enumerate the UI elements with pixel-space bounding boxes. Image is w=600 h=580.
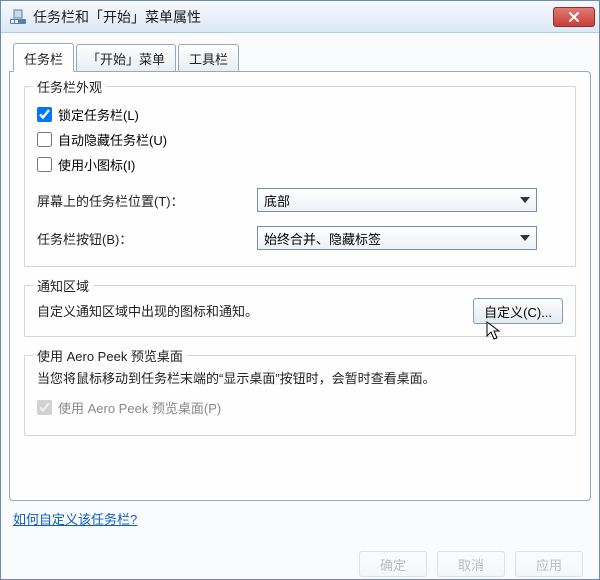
help-link-row: 如何自定义该任务栏? (13, 509, 591, 528)
tab-taskbar[interactable]: 任务栏 (13, 43, 74, 72)
dropdown-buttons[interactable]: 始终合并、隐藏标签 (257, 226, 537, 250)
cancel-button[interactable]: 取消 (437, 551, 505, 577)
group-appearance: 任务栏外观 锁定任务栏(L) 自动隐藏任务栏(U) 使用小图标(I) 屏幕上的任… (24, 86, 576, 267)
apply-button[interactable]: 应用 (515, 551, 583, 577)
close-button[interactable] (553, 7, 595, 27)
label-small-icons: 使用小图标(I) (58, 155, 135, 174)
help-link[interactable]: 如何自定义该任务栏? (13, 512, 137, 527)
row-autohide: 自动隐藏任务栏(U) (37, 130, 563, 149)
dialog-buttons: 确定 取消 应用 (359, 551, 583, 577)
chevron-down-icon (520, 235, 530, 241)
row-buttons: 任务栏按钮(B)： 始终合并、隐藏标签 (37, 226, 563, 250)
group-appearance-legend: 任务栏外观 (33, 77, 106, 96)
dropdown-buttons-value: 始终合并、隐藏标签 (264, 229, 520, 248)
notify-row: 自定义通知区域中出现的图标和通知。 自定义(C)... (37, 298, 563, 324)
row-peek-checkbox: 使用 Aero Peek 预览桌面(P) (37, 398, 563, 417)
label-position: 屏幕上的任务栏位置(T)： (37, 191, 257, 210)
row-position: 屏幕上的任务栏位置(T)： 底部 (37, 188, 563, 212)
checkbox-lock-taskbar[interactable] (37, 107, 52, 122)
group-notify-legend: 通知区域 (33, 276, 93, 295)
customize-button[interactable]: 自定义(C)... (473, 298, 563, 324)
dialog-body: 任务栏 「开始」菜单 工具栏 任务栏外观 锁定任务栏(L) 自动隐藏任务栏(U)… (1, 33, 599, 579)
app-icon (9, 8, 27, 26)
group-peek: 使用 Aero Peek 预览桌面 当您将鼠标移动到任务栏末端的“显示桌面”按钮… (24, 355, 576, 436)
group-peek-legend: 使用 Aero Peek 预览桌面 (33, 346, 187, 365)
tab-toolbars[interactable]: 工具栏 (178, 44, 239, 71)
titlebar: 任务栏和「开始」菜单属性 (1, 1, 599, 33)
tab-start-menu[interactable]: 「开始」菜单 (76, 44, 176, 71)
label-peek: 使用 Aero Peek 预览桌面(P) (58, 398, 221, 417)
tab-strip: 任务栏 「开始」菜单 工具栏 (13, 43, 591, 71)
checkbox-peek (37, 400, 52, 415)
label-buttons: 任务栏按钮(B)： (37, 229, 257, 248)
ok-button[interactable]: 确定 (359, 551, 427, 577)
window-title: 任务栏和「开始」菜单属性 (33, 7, 553, 27)
label-autohide: 自动隐藏任务栏(U) (58, 130, 167, 149)
dropdown-position[interactable]: 底部 (257, 188, 537, 212)
checkbox-small-icons[interactable] (37, 157, 52, 172)
dialog-window: 任务栏和「开始」菜单属性 任务栏 「开始」菜单 工具栏 任务栏外观 锁定任务栏(… (0, 0, 600, 580)
notify-text: 自定义通知区域中出现的图标和通知。 (37, 301, 258, 320)
chevron-down-icon (520, 197, 530, 203)
label-lock-taskbar: 锁定任务栏(L) (58, 105, 139, 124)
checkbox-autohide[interactable] (37, 132, 52, 147)
close-icon (568, 11, 580, 23)
row-small-icons: 使用小图标(I) (37, 155, 563, 174)
row-lock-taskbar: 锁定任务栏(L) (37, 105, 563, 124)
peek-text: 当您将鼠标移动到任务栏末端的“显示桌面”按钮时，会暂时查看桌面。 (37, 368, 563, 390)
group-notify: 通知区域 自定义通知区域中出现的图标和通知。 自定义(C)... (24, 285, 576, 337)
dropdown-position-value: 底部 (264, 191, 520, 210)
tab-page-taskbar: 任务栏外观 锁定任务栏(L) 自动隐藏任务栏(U) 使用小图标(I) 屏幕上的任… (9, 71, 591, 501)
